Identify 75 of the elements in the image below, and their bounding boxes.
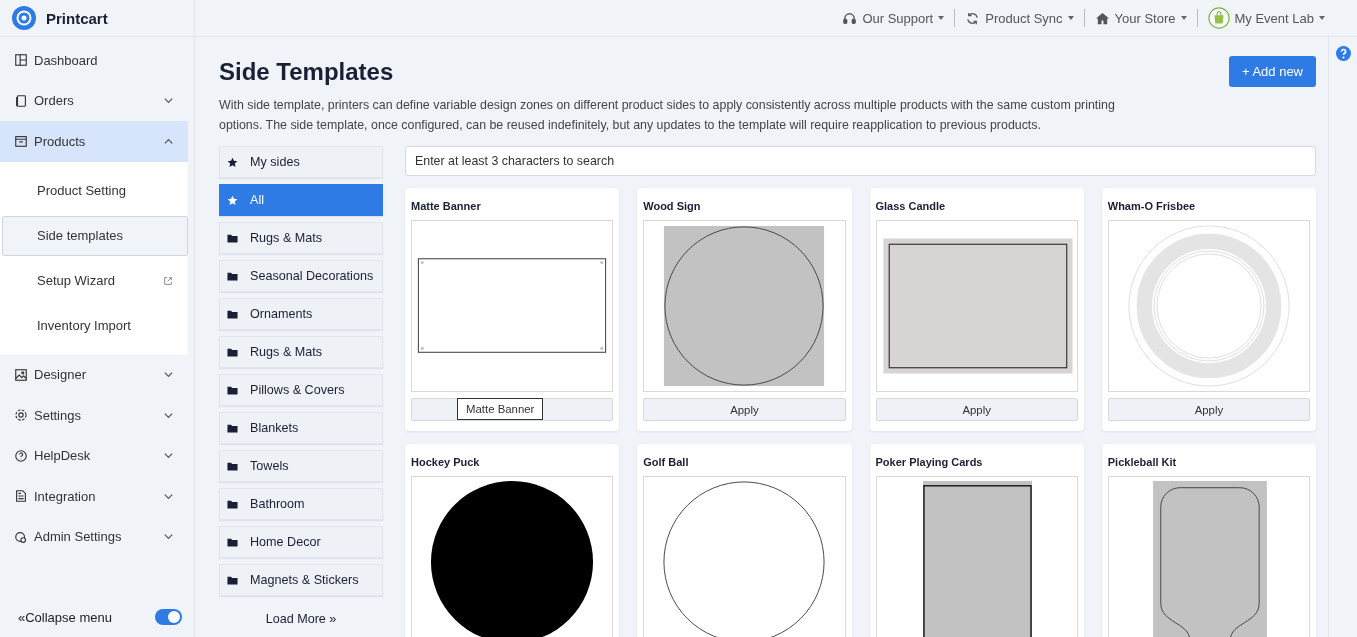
- folder-icon: [227, 574, 238, 586]
- topbar-menu[interactable]: My Event Lab: [1207, 7, 1325, 29]
- category-item[interactable]: Blankets: [219, 412, 383, 444]
- apply-button[interactable]: Apply: [643, 398, 846, 421]
- menu-item-icon: [14, 408, 28, 423]
- category-item[interactable]: Ornaments: [219, 298, 383, 330]
- template-name: Matte Banner: [411, 200, 482, 212]
- tooltip: Matte Banner: [457, 398, 544, 420]
- folder-icon: [227, 460, 238, 472]
- menu-item-icon: [14, 134, 28, 149]
- search-field[interactable]: Enter at least 3 characters to search: [405, 146, 1316, 176]
- category-item[interactable]: All: [219, 184, 383, 216]
- menu-item-icon: [14, 93, 28, 108]
- folder-icon: [227, 346, 238, 358]
- sidebar-item[interactable]: Products: [0, 121, 188, 162]
- category-item[interactable]: Rugs & Mats: [219, 222, 383, 254]
- category-item[interactable]: Towels: [219, 450, 383, 482]
- submenu-item[interactable]: Setup Wizard: [2, 260, 188, 301]
- submenu-item[interactable]: Inventory Import: [2, 305, 188, 346]
- category-item[interactable]: Magnets & Stickers: [219, 564, 383, 596]
- page-description: With side template, printers can define variable design zones on different product sides to apply consistently across multiple products with the same custom printing options. The side template, once configured, can be reused indefinitely, but any updates to the template will require reapplication to previous products.: [219, 97, 1116, 134]
- folder-icon: [227, 270, 238, 282]
- category-item[interactable]: My sides: [219, 146, 383, 178]
- sidebar-item[interactable]: Designer: [0, 354, 188, 395]
- logo-icon: [12, 6, 36, 30]
- star-icon: [227, 156, 238, 168]
- sidebar-item[interactable]: Settings: [0, 395, 188, 436]
- collapse-menu-link[interactable]: «Collapse menu: [18, 609, 112, 625]
- template-name: Pickleball Kit: [1107, 456, 1178, 468]
- category-item[interactable]: Seasonal Decorations: [219, 260, 383, 292]
- category-item[interactable]: Bathroom: [219, 488, 383, 520]
- brand-name: Printcart: [46, 9, 108, 27]
- add-new-button[interactable]: + Add new: [1228, 56, 1316, 87]
- template-name: Poker Playing Cards: [875, 456, 984, 468]
- folder-icon: [227, 422, 238, 434]
- menu-item-icon: [14, 448, 28, 463]
- topbar-menu[interactable]: Your Store: [1094, 10, 1187, 26]
- category-item[interactable]: Pillows & Covers: [219, 374, 383, 406]
- sync-icon: [965, 10, 981, 26]
- apply-button[interactable]: Apply: [1107, 398, 1310, 421]
- load-more-link[interactable]: Load More »: [219, 612, 383, 626]
- page-title: Side Templates: [219, 57, 394, 86]
- menu-item-icon: [14, 367, 28, 382]
- folder-icon: [227, 536, 238, 548]
- category-item[interactable]: Home Decor: [219, 526, 383, 558]
- category-item[interactable]: Rugs & Mats: [219, 336, 383, 368]
- star-icon: [227, 194, 238, 206]
- sidebar-item[interactable]: Orders: [0, 80, 188, 121]
- apply-button[interactable]: Apply: [875, 398, 1078, 421]
- help-icon[interactable]: [1335, 46, 1351, 61]
- folder-icon: [227, 232, 238, 244]
- menu-item-icon: [14, 489, 28, 504]
- submenu-item[interactable]: Side templates: [2, 215, 188, 256]
- topbar-menu[interactable]: Our Support: [842, 10, 945, 26]
- home-icon: [1094, 10, 1110, 26]
- menu-item-icon: [14, 53, 28, 68]
- headset-icon: [842, 10, 858, 26]
- submenu-item[interactable]: Product Setting: [2, 170, 188, 211]
- topbar-menu[interactable]: Product Sync: [965, 10, 1074, 26]
- folder-icon: [227, 384, 238, 396]
- sidebar-item[interactable]: Integration: [0, 476, 188, 517]
- template-name: Wood Sign: [643, 200, 702, 212]
- sidebar-item[interactable]: Admin Settings: [0, 516, 188, 557]
- template-name: Glass Candle: [875, 200, 947, 212]
- toggle-switch[interactable]: [155, 609, 182, 625]
- external-link-icon: [163, 275, 173, 286]
- folder-icon: [227, 498, 238, 510]
- template-name: Wham-O Frisbee: [1107, 200, 1197, 212]
- sidebar-item[interactable]: HelpDesk: [0, 435, 188, 476]
- shopping-bag-icon: [1207, 7, 1230, 29]
- template-name: Hockey Puck: [411, 456, 481, 468]
- sidebar-item[interactable]: Dashboard: [0, 40, 188, 81]
- template-name: Golf Ball: [643, 456, 690, 468]
- folder-icon: [227, 308, 238, 320]
- menu-item-icon: [14, 529, 28, 544]
